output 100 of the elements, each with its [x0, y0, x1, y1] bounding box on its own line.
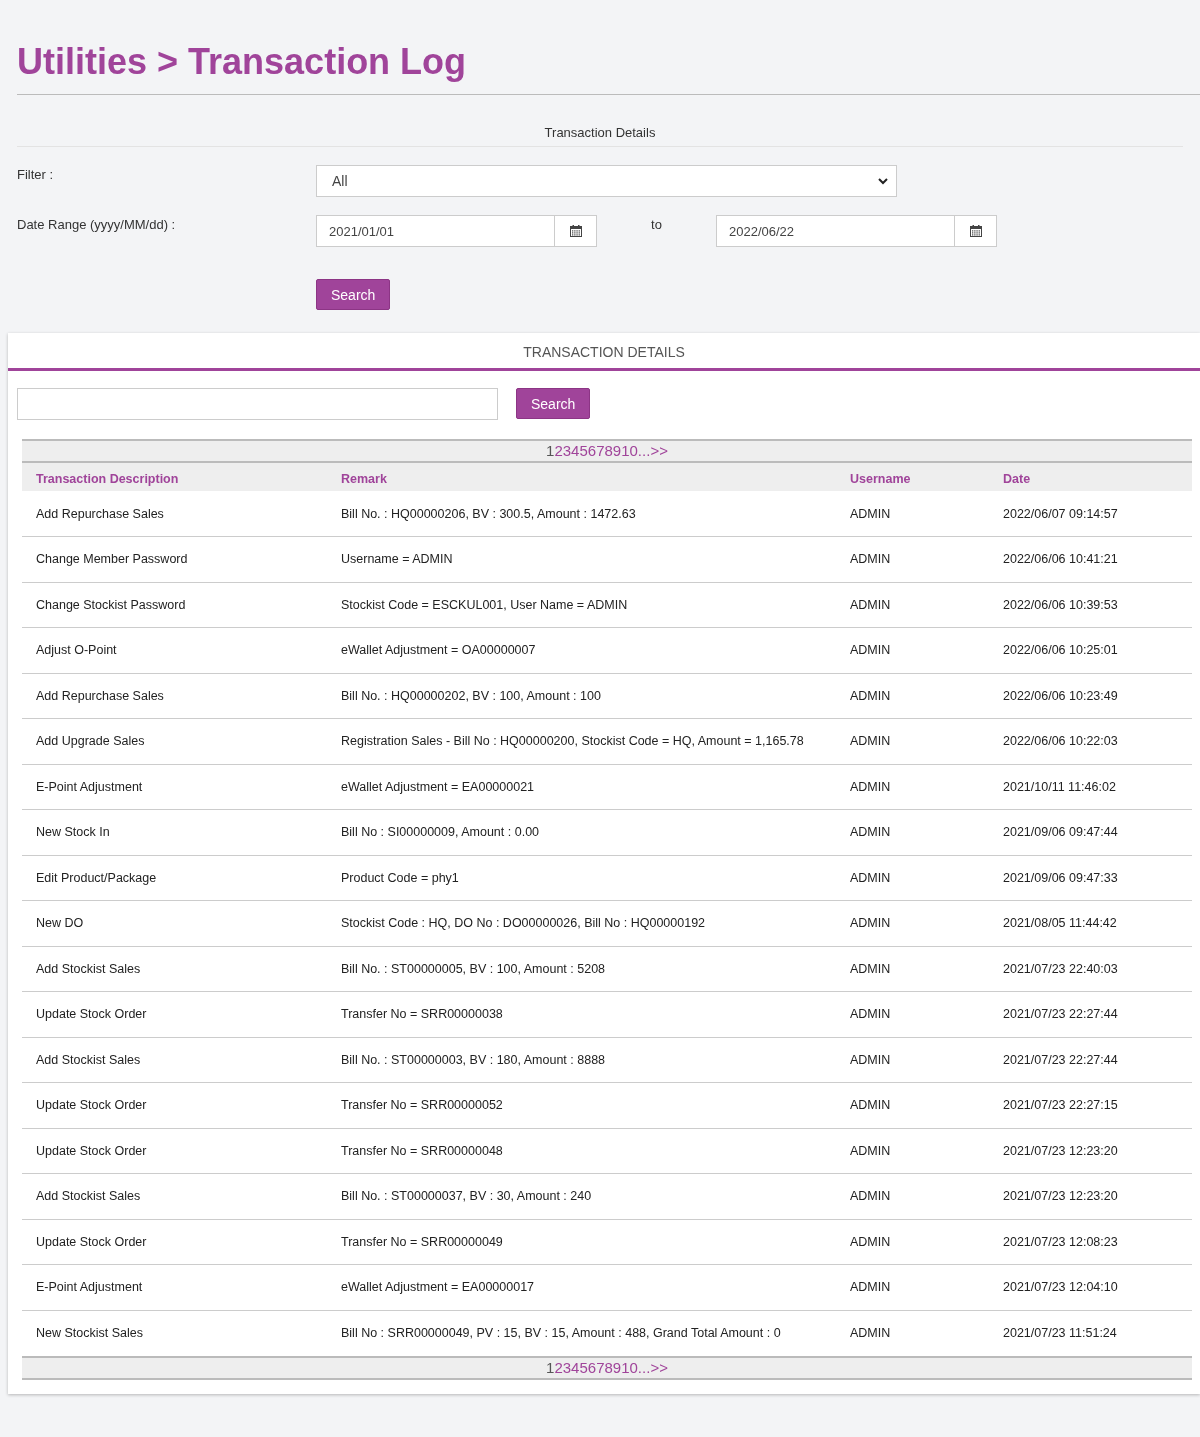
table-cell: 2021/07/23 11:51:24 — [989, 1310, 1192, 1356]
table-cell: New Stockist Sales — [22, 1310, 327, 1356]
table-cell: 2022/06/06 10:39:53 — [989, 582, 1192, 628]
table-cell: Change Member Password — [22, 536, 327, 582]
table-cell: Add Stockist Sales — [22, 1037, 327, 1083]
calendar-icon — [569, 225, 582, 237]
table-cell: Update Stock Order — [22, 1219, 327, 1265]
table-cell: ADMIN — [836, 809, 989, 855]
to-label: to — [650, 216, 663, 232]
table-cell: Add Stockist Sales — [22, 946, 327, 992]
search-button[interactable]: Search — [316, 279, 391, 310]
page-link[interactable]: 1 — [546, 1358, 555, 1376]
page-link[interactable]: 2 — [554, 1358, 563, 1376]
table-cell: ADMIN — [836, 855, 989, 901]
filter-select[interactable]: All — [316, 165, 897, 197]
table-cell: ADMIN — [836, 991, 989, 1037]
chevron-down-icon — [878, 177, 888, 185]
page-link[interactable]: 8 — [604, 1358, 613, 1376]
page-link[interactable]: 3 — [562, 442, 572, 459]
search-field[interactable] — [17, 388, 498, 420]
page-link[interactable]: 6 — [587, 1358, 597, 1376]
table-cell: eWallet Adjustment = OA00000007 — [327, 627, 836, 673]
table-cell: Add Repurchase Sales — [22, 491, 327, 537]
page-link[interactable]: 9 — [612, 442, 622, 459]
table-cell: 2021/09/06 09:47:44 — [989, 809, 1192, 855]
table-cell: ADMIN — [836, 900, 989, 946]
page-link[interactable]: 8 — [604, 442, 613, 459]
table-cell: Add Stockist Sales — [22, 1173, 327, 1219]
table-cell: ADMIN — [836, 536, 989, 582]
search-button[interactable]: Search — [516, 388, 591, 419]
page-link[interactable]: 10 — [621, 442, 638, 459]
column-header: Username — [836, 463, 989, 491]
table-cell: 2021/08/05 11:44:42 — [989, 900, 1192, 946]
table-cell: 2022/06/06 10:22:03 — [989, 718, 1192, 764]
page-link[interactable]: 7 — [596, 442, 605, 459]
table-cell: ADMIN — [836, 1264, 989, 1310]
page-link[interactable]: 6 — [587, 442, 597, 459]
table-cell: ADMIN — [836, 1082, 989, 1128]
table-cell: Username = ADMIN — [327, 536, 836, 582]
table-cell: 2022/06/06 10:23:49 — [989, 673, 1192, 719]
table-cell: ADMIN — [836, 1128, 989, 1174]
table-cell: 2022/06/07 09:14:57 — [989, 491, 1192, 537]
page-link[interactable]: 5 — [579, 1358, 588, 1376]
table-cell: ADMIN — [836, 718, 989, 764]
table-cell: Transfer No = SRR00000052 — [327, 1082, 836, 1128]
table-cell: ADMIN — [836, 582, 989, 628]
date-from-field[interactable]: 2021/01/01 — [316, 215, 555, 247]
table-cell: Stockist Code = ESCKUL001, User Name = ADMIN — [327, 582, 836, 628]
page-link[interactable]: 4 — [571, 1358, 580, 1376]
page-link[interactable]: 1 — [546, 442, 555, 459]
table-cell: Stockist Code : HQ, DO No : DO00000026, Bill No : HQ00000192 — [327, 900, 836, 946]
table-cell: Bill No. : ST00000037, BV : 30, Amount : 240 — [327, 1173, 836, 1219]
page-link[interactable]: 3 — [562, 1358, 572, 1376]
table-cell: ADMIN — [836, 627, 989, 673]
calendar-button[interactable] — [955, 215, 997, 247]
page-link[interactable]: ... — [637, 442, 651, 459]
column-header: Transaction Description — [22, 463, 327, 491]
table-cell: E-Point Adjustment — [22, 764, 327, 810]
table-cell: Add Repurchase Sales — [22, 673, 327, 719]
table-cell: Change Stockist Password — [22, 582, 327, 628]
page-link[interactable]: 2 — [554, 442, 563, 459]
date-range-label: Date Range (yyyy/MM/dd) : — [17, 216, 177, 232]
table-cell: Adjust O-Point — [22, 627, 327, 673]
page-link[interactable]: 9 — [612, 1358, 622, 1376]
table-cell: ADMIN — [836, 1037, 989, 1083]
page-link[interactable]: 5 — [579, 442, 588, 459]
table-cell: Update Stock Order — [22, 1082, 327, 1128]
page-title: Utilities > Transaction Log — [17, 40, 468, 84]
page-link[interactable]: >> — [650, 442, 668, 459]
page-link[interactable]: >> — [650, 1358, 668, 1376]
table-cell: ADMIN — [836, 1310, 989, 1356]
table-cell: ADMIN — [836, 946, 989, 992]
page-link[interactable]: 7 — [596, 1358, 605, 1376]
column-header: Date — [989, 463, 1192, 491]
page-link[interactable]: 10 — [621, 1358, 638, 1376]
table-cell: 2021/07/23 12:23:20 — [989, 1128, 1192, 1174]
table-cell: Registration Sales - Bill No : HQ00000200, Stockist Code = HQ, Amount = 1,165.78 — [327, 718, 836, 764]
table-cell: Transfer No = SRR00000049 — [327, 1219, 836, 1265]
table-cell: 2021/09/06 09:47:33 — [989, 855, 1192, 901]
table-cell: ADMIN — [836, 764, 989, 810]
filter-label: Filter : — [17, 166, 55, 182]
table-cell: Bill No. : ST00000003, BV : 180, Amount : 8888 — [327, 1037, 836, 1083]
table-cell: Product Code = phy1 — [327, 855, 836, 901]
table-cell: ADMIN — [836, 491, 989, 537]
table-cell: Transfer No = SRR00000038 — [327, 991, 836, 1037]
date-to-field[interactable]: 2022/06/22 — [716, 215, 955, 247]
table-cell: 2021/07/23 22:27:44 — [989, 1037, 1192, 1083]
table-cell: 2021/07/23 22:27:15 — [989, 1082, 1192, 1128]
page-link[interactable]: 4 — [571, 442, 580, 459]
table-cell: Edit Product/Package — [22, 855, 327, 901]
table-cell: Bill No : SI00000009, Amount : 0.00 — [327, 809, 836, 855]
table-cell: 2022/06/06 10:41:21 — [989, 536, 1192, 582]
table-cell: 2021/07/23 12:04:10 — [989, 1264, 1192, 1310]
table-cell: 2021/07/23 12:23:20 — [989, 1173, 1192, 1219]
table-cell: eWallet Adjustment = EA00000021 — [327, 764, 836, 810]
page-link[interactable]: ... — [637, 1358, 651, 1376]
table-cell: 2021/07/23 22:27:44 — [989, 991, 1192, 1037]
calendar-icon — [969, 225, 982, 237]
column-header: Remark — [327, 463, 836, 491]
calendar-button[interactable] — [555, 215, 597, 247]
